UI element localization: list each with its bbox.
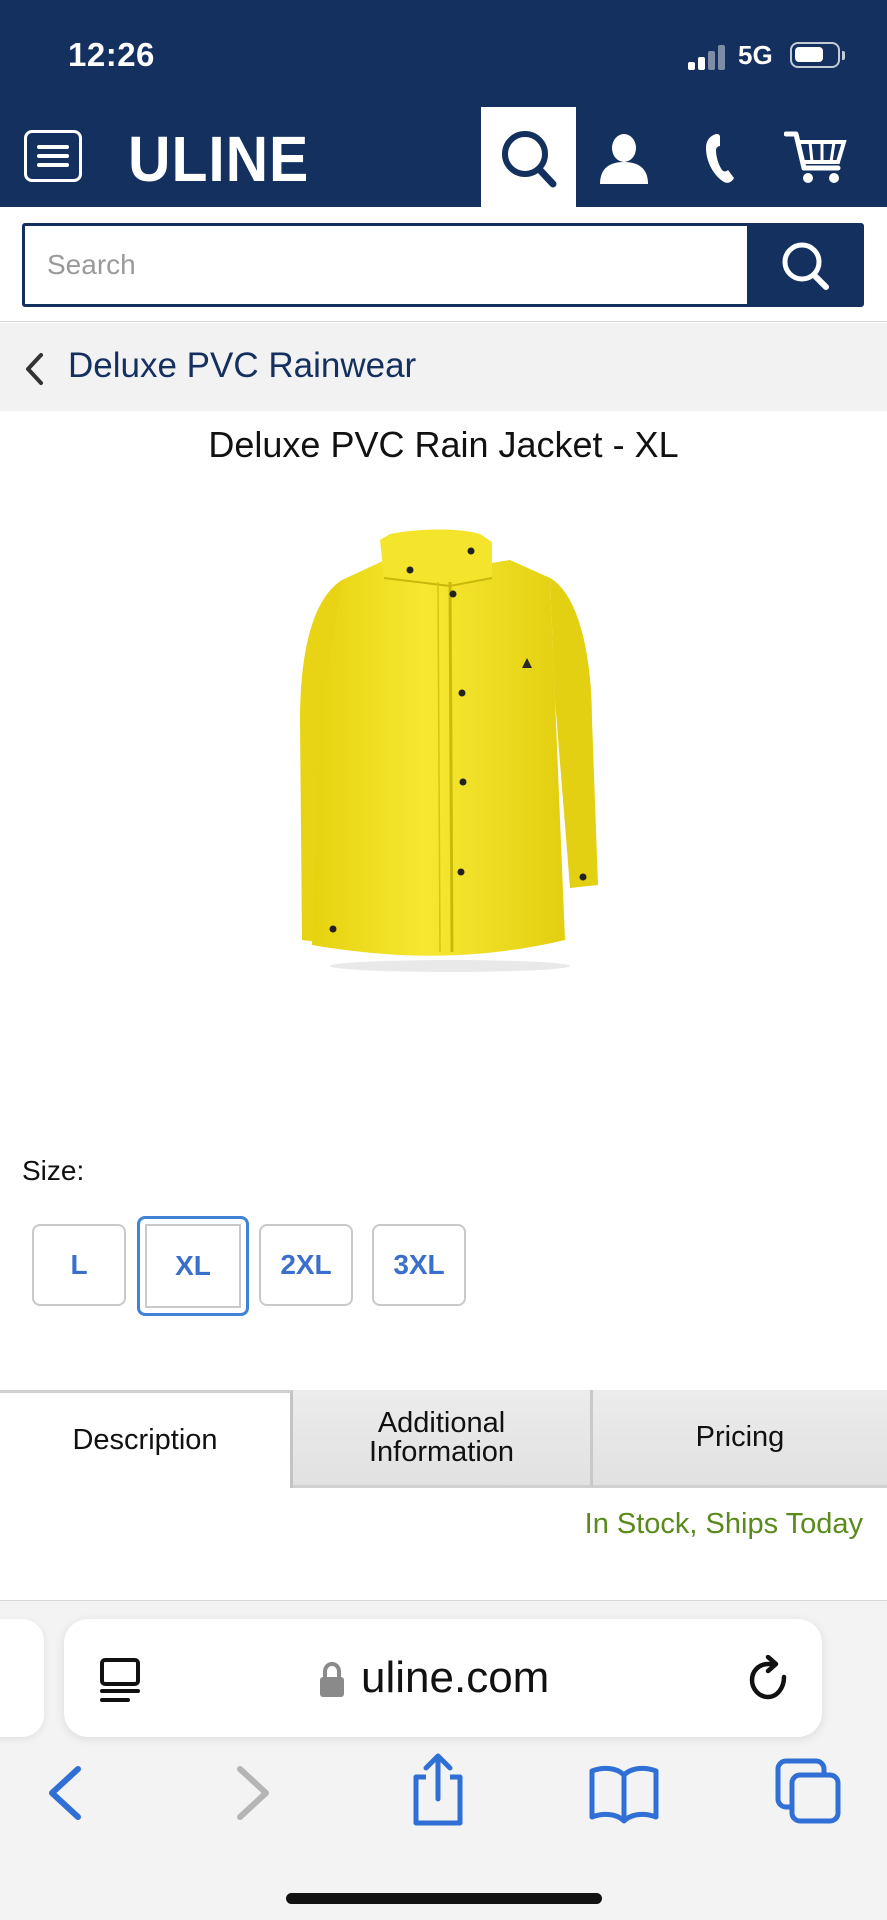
reload-icon[interactable] — [746, 1655, 794, 1705]
tab-additional-line1: Additional — [377, 1406, 506, 1439]
product-tabs: Description Additional Information Prici… — [0, 1390, 887, 1488]
search-icon — [502, 131, 557, 188]
product-title: Deluxe PVC Rain Jacket - XL — [208, 424, 679, 465]
uline-logo[interactable]: ULINE — [128, 122, 309, 196]
search-bar — [0, 207, 887, 322]
tab-additional-information[interactable]: Additional Information — [293, 1390, 593, 1488]
header-search-button[interactable] — [481, 107, 576, 207]
back-icon[interactable] — [40, 1761, 88, 1825]
chevron-left-icon — [26, 353, 43, 385]
size-option-l[interactable]: L — [32, 1224, 126, 1306]
tab-additional-line2: Information — [368, 1435, 515, 1468]
reader-mode-icon[interactable] — [98, 1657, 142, 1705]
stock-status: In Stock, Ships Today — [584, 1508, 863, 1540]
signal-icon — [688, 42, 725, 70]
home-indicator[interactable] — [286, 1893, 602, 1904]
tab-pricing-label: Pricing — [695, 1421, 785, 1453]
app-screen: 12:26 5G ULINE Search Deluxe PVC Rainwea… — [0, 0, 887, 1920]
tabs-icon[interactable] — [774, 1757, 844, 1827]
battery-icon — [790, 42, 845, 68]
bookmarks-icon[interactable] — [588, 1761, 660, 1825]
network-type: 5G — [738, 40, 773, 70]
url-text[interactable]: uline.com — [361, 1653, 549, 1703]
status-time: 12:26 — [68, 36, 155, 73]
size-option-xl[interactable]: XL — [137, 1216, 249, 1316]
size-option-3xl[interactable]: 3XL — [372, 1224, 466, 1306]
search-submit-button[interactable] — [748, 223, 864, 307]
search-icon — [782, 242, 829, 290]
forward-icon[interactable] — [230, 1761, 278, 1825]
tab-description-label: Description — [72, 1424, 218, 1456]
size-option-2xl[interactable]: 2XL — [259, 1224, 353, 1306]
account-icon[interactable] — [596, 130, 652, 186]
product-image — [300, 529, 598, 972]
search-input[interactable] — [22, 223, 750, 307]
breadcrumb[interactable]: Deluxe PVC Rainwear — [0, 323, 887, 411]
lock-icon — [320, 1661, 344, 1697]
cart-icon[interactable] — [784, 128, 848, 188]
top-header: 12:26 5G ULINE — [0, 0, 887, 207]
tab-pricing[interactable]: Pricing — [593, 1390, 887, 1488]
size-label: Size: — [22, 1155, 85, 1186]
share-icon[interactable] — [408, 1751, 468, 1829]
breadcrumb-label[interactable]: Deluxe PVC Rainwear — [68, 346, 416, 386]
phone-icon[interactable] — [700, 130, 742, 186]
previous-tab-preview[interactable] — [0, 1619, 44, 1737]
browser-toolbar: uline.com — [0, 1600, 887, 1920]
tab-description[interactable]: Description — [0, 1390, 293, 1488]
address-bar[interactable]: uline.com — [64, 1619, 822, 1737]
menu-button[interactable] — [24, 130, 82, 182]
